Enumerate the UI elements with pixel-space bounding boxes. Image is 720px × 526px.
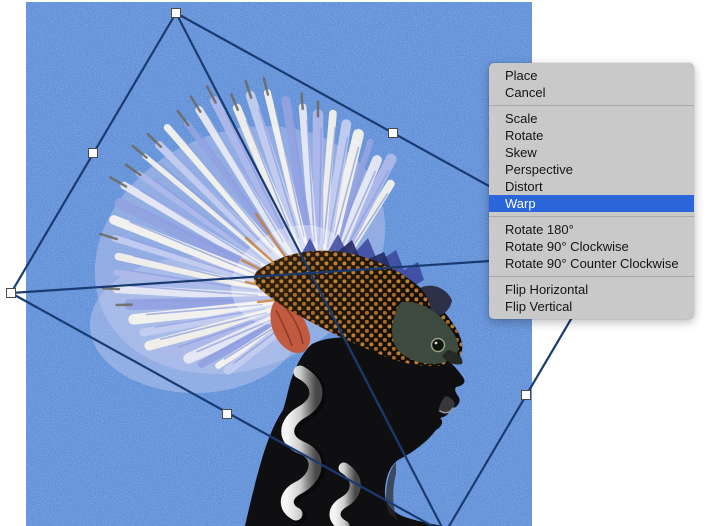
menu-item-flip-vertical[interactable]: Flip Vertical bbox=[489, 298, 694, 315]
transform-handle[interactable] bbox=[222, 409, 232, 419]
menu-item-rotate-180[interactable]: Rotate 180° bbox=[489, 221, 694, 238]
menu-item-place[interactable]: Place bbox=[489, 67, 694, 84]
fan-fringe bbox=[300, 92, 304, 111]
menu-separator bbox=[489, 276, 694, 277]
fish-eye bbox=[430, 337, 446, 353]
transform-handle[interactable] bbox=[171, 8, 181, 18]
menu-item-flip-horizontal[interactable]: Flip Horizontal bbox=[489, 281, 694, 298]
menu-item-rotate-90-ccw[interactable]: Rotate 90° Counter Clockwise bbox=[489, 255, 694, 272]
menu-separator bbox=[489, 105, 694, 106]
fish-eye-highlight bbox=[434, 341, 438, 345]
fan-fringe bbox=[101, 286, 121, 291]
menu-item-distort[interactable]: Distort bbox=[489, 178, 694, 195]
document-stage: Place Cancel Scale Rotate Skew Perspecti… bbox=[0, 0, 720, 526]
transform-handle[interactable] bbox=[88, 148, 98, 158]
menu-item-skew[interactable]: Skew bbox=[489, 144, 694, 161]
menu-item-scale[interactable]: Scale bbox=[489, 110, 694, 127]
menu-item-cancel[interactable]: Cancel bbox=[489, 84, 694, 101]
transform-handle[interactable] bbox=[6, 288, 16, 298]
transform-handle[interactable] bbox=[521, 390, 531, 400]
transform-context-menu: Place Cancel Scale Rotate Skew Perspecti… bbox=[489, 63, 694, 319]
menu-item-perspective[interactable]: Perspective bbox=[489, 161, 694, 178]
menu-item-rotate-90-cw[interactable]: Rotate 90° Clockwise bbox=[489, 238, 694, 255]
menu-separator bbox=[489, 216, 694, 217]
menu-item-rotate[interactable]: Rotate bbox=[489, 127, 694, 144]
transform-handle[interactable] bbox=[388, 128, 398, 138]
menu-item-warp[interactable]: Warp bbox=[489, 195, 694, 212]
